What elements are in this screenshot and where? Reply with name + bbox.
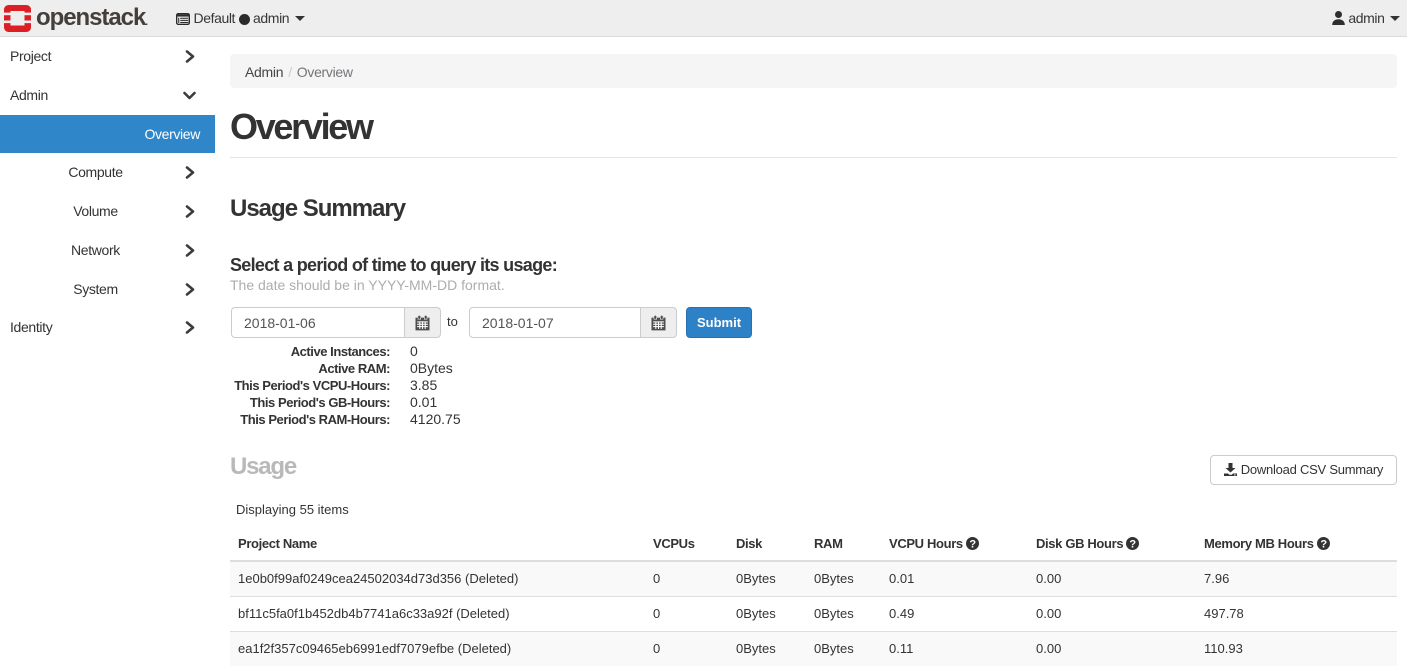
svg-text:?: ? xyxy=(1130,538,1137,550)
svg-text:?: ? xyxy=(969,538,976,550)
svg-text:?: ? xyxy=(1320,538,1327,550)
